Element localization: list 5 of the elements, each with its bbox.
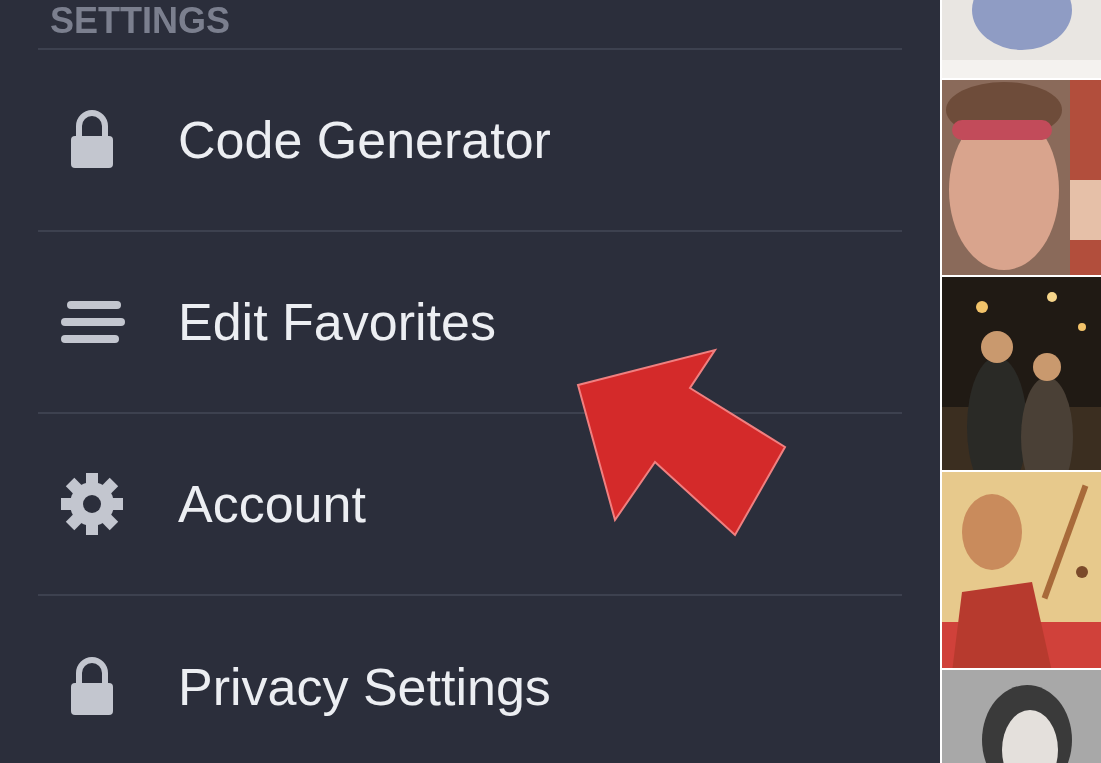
menu-item[interactable]: Code Generator bbox=[38, 50, 902, 232]
menu-item[interactable]: Privacy Settings bbox=[38, 596, 902, 763]
section-header: SETTINGS bbox=[50, 0, 231, 43]
settings-icon bbox=[60, 472, 124, 536]
menu-icon bbox=[59, 299, 125, 345]
